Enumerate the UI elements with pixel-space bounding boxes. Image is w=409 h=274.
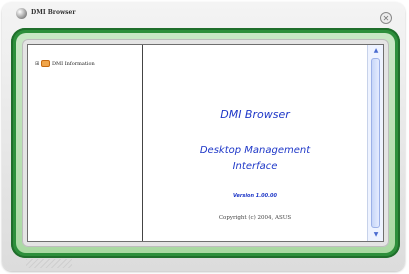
green-frame: ⊞ DMI Information DMI Browser Desktop Ma…: [11, 28, 400, 258]
folder-icon: [41, 60, 50, 67]
subtitle-line-2: Interface: [232, 161, 278, 172]
version-text: Version 1.00.00: [233, 193, 277, 199]
close-button[interactable]: ✕: [380, 12, 392, 24]
dmi-title: DMI Browser: [220, 108, 290, 121]
expand-icon[interactable]: ⊞: [35, 61, 40, 67]
close-icon: ✕: [382, 14, 390, 23]
app-disc-icon: [16, 8, 27, 19]
tree-pane: ⊞ DMI Information: [28, 45, 143, 241]
dmi-browser-window: DMI Browser ✕ ⊞ DMI Information DMI Brow: [2, 2, 405, 271]
green-frame-inner: ⊞ DMI Information DMI Browser Desktop Ma…: [16, 33, 395, 253]
dmi-subtitle: Desktop Management Interface: [143, 143, 367, 175]
window-title: DMI Browser: [31, 9, 76, 16]
tree-item-label: DMI Information: [52, 60, 95, 67]
resize-grip[interactable]: [26, 259, 72, 268]
scroll-thumb[interactable]: [371, 58, 380, 228]
content-area: ⊞ DMI Information DMI Browser Desktop Ma…: [27, 44, 384, 242]
detail-pane: DMI Browser Desktop Management Interface…: [143, 45, 367, 241]
scroll-down-arrow-icon[interactable]: ▼: [372, 231, 380, 239]
tree-item-dmi-information[interactable]: ⊞ DMI Information: [35, 59, 95, 68]
scroll-up-arrow-icon[interactable]: ▲: [372, 47, 380, 55]
title-bar[interactable]: DMI Browser ✕: [2, 2, 405, 24]
copyright-text: Copyright (c) 2004, ASUS: [218, 215, 292, 221]
vertical-scrollbar[interactable]: ▲ ▼: [367, 45, 383, 241]
subtitle-line-1: Desktop Management: [199, 145, 311, 156]
panel-frame: ⊞ DMI Information DMI Browser Desktop Ma…: [22, 39, 389, 247]
